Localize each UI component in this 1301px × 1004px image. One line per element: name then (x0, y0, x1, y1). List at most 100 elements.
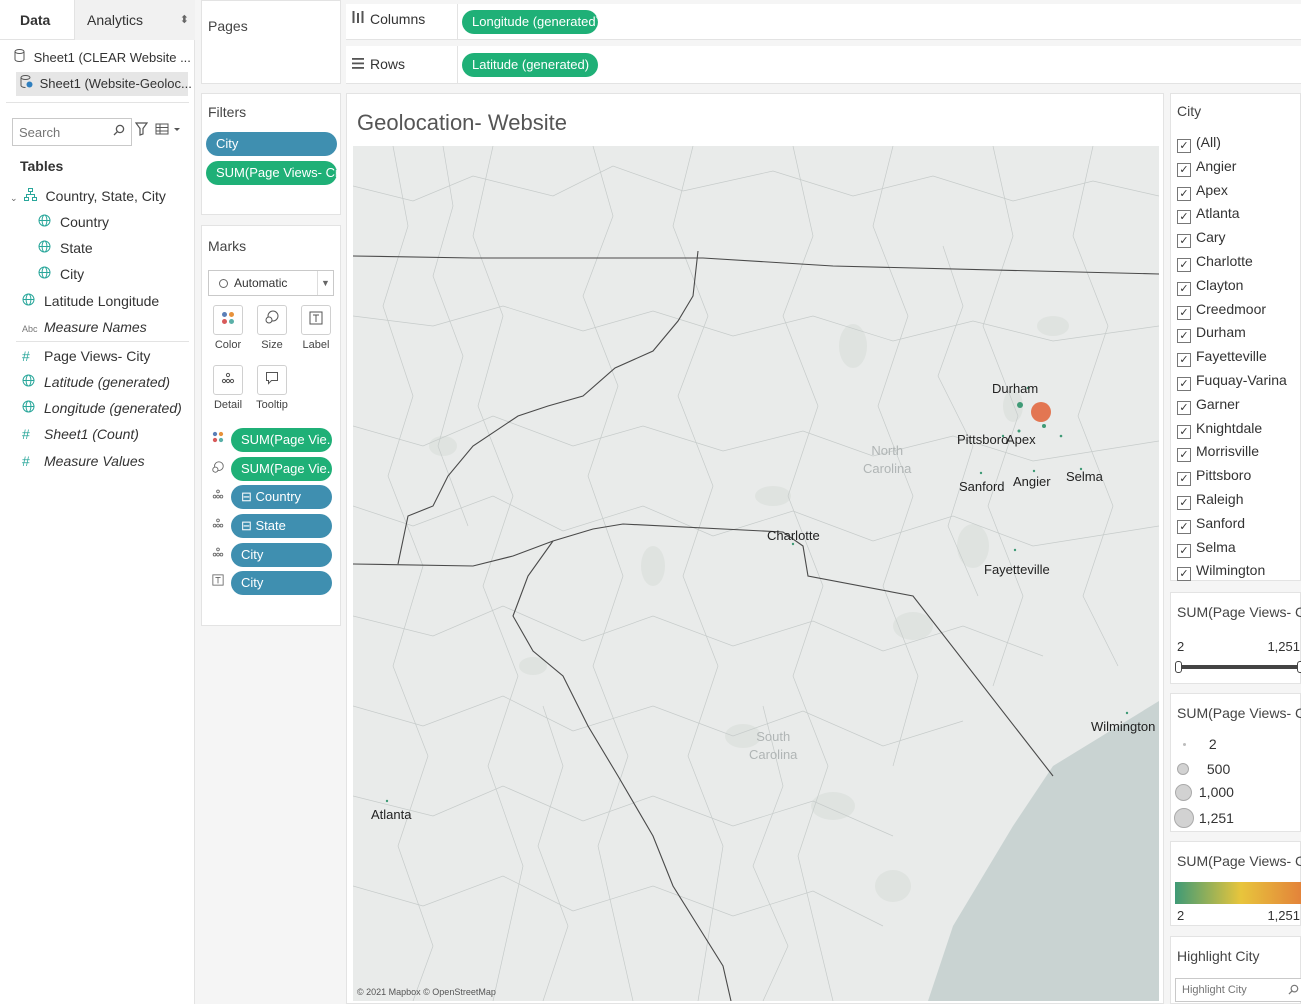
checkbox-checked-icon[interactable]: ✓ (1177, 353, 1191, 368)
checkbox-checked-icon[interactable]: ✓ (1177, 377, 1191, 391)
filter-pill-page-views[interactable]: SUM(Page Views- Cit.. (206, 161, 337, 185)
marks-pill[interactable]: City (231, 543, 332, 567)
checkbox-checked-icon[interactable]: ✓ (1177, 543, 1191, 558)
map-mark-charlotte[interactable] (791, 542, 795, 546)
tab-data[interactable]: Data (20, 0, 50, 40)
marks-pill[interactable]: ⊟ State (231, 514, 332, 538)
checkbox-checked-icon[interactable]: ✓ (1177, 234, 1191, 249)
city-filter-item[interactable]: ✓ Morrisville (1177, 441, 1259, 463)
city-filter-item[interactable]: ✓ Wilmington (1177, 560, 1265, 582)
detail-icon[interactable] (208, 546, 228, 561)
data-source-item[interactable]: Sheet1 (CLEAR Website ... (14, 46, 191, 70)
checkbox-checked-icon[interactable]: ✓ (1177, 139, 1191, 153)
city-filter-item[interactable]: ✓ Atlanta (1177, 203, 1240, 225)
marks-size-button[interactable]: Size (252, 305, 292, 351)
data-source-item-selected[interactable]: Sheet1 (Website-Geoloc... (16, 72, 192, 96)
map-mark-angier[interactable] (1032, 469, 1036, 473)
checkbox-checked-icon[interactable]: ✓ (1177, 329, 1191, 344)
mark-type-dropdown[interactable]: Automatic ▼ (208, 270, 334, 296)
detail-icon[interactable] (208, 517, 228, 532)
color-icon[interactable] (208, 431, 228, 446)
city-filter-item[interactable]: ✓ Clayton (1177, 275, 1243, 297)
size-legend-item[interactable]: 2 (1177, 736, 1217, 752)
field-item[interactable]: # Sheet1 (Count) (22, 421, 139, 447)
highlight-input[interactable] (1176, 979, 1286, 1001)
size-legend-item[interactable]: 1,000 (1175, 784, 1234, 801)
marks-detail-button[interactable]: Detail (208, 365, 248, 411)
range-slider-track[interactable] (1179, 665, 1301, 669)
field-item[interactable]: # Page Views- City (22, 343, 150, 369)
columns-pill-longitude[interactable]: Longitude (generated) (462, 10, 598, 34)
city-filter-item[interactable]: ✓ Garner (1177, 394, 1240, 416)
marks-label-button[interactable]: Label (296, 305, 336, 351)
map-mark-raleigh[interactable] (1031, 402, 1051, 422)
range-slider-min-handle[interactable] (1175, 661, 1182, 673)
checkbox-checked-icon[interactable]: ✓ (1177, 210, 1191, 225)
detail-icon[interactable] (208, 488, 228, 503)
chevron-down-icon[interactable]: ⌄ (10, 193, 18, 203)
columns-shelf[interactable]: Columns Longitude (generated) (346, 4, 1301, 40)
checkbox-checked-icon[interactable]: ✓ (1177, 567, 1191, 582)
city-filter-item[interactable]: ✓ Creedmoor (1177, 299, 1266, 321)
marks-pill[interactable]: SUM(Page Vie.. (231, 457, 332, 481)
checkbox-checked-icon[interactable]: ✓ (1177, 162, 1191, 177)
city-filter-item[interactable]: ✓ Pittsboro (1177, 465, 1251, 487)
map-mark-cary[interactable] (1042, 424, 1046, 428)
checkbox-checked-icon[interactable]: ✓ (1177, 400, 1191, 415)
sort-arrows-icon[interactable]: ⬍ (180, 0, 189, 40)
city-filter-item[interactable]: ✓ Selma (1177, 537, 1236, 559)
checkbox-checked-icon[interactable]: ✓ (1177, 496, 1191, 510)
map-mark-durham[interactable] (1017, 402, 1023, 408)
field-item[interactable]: Abc Measure Names (22, 314, 147, 340)
size-legend-item[interactable]: 500 (1177, 761, 1230, 777)
city-filter-item[interactable]: ✓ (All) (1177, 132, 1221, 154)
city-filter-item[interactable]: ✓ Angier (1177, 156, 1236, 178)
map-mark-garner[interactable] (1059, 434, 1063, 438)
label-icon[interactable] (208, 574, 228, 589)
checkbox-checked-icon[interactable]: ✓ (1177, 281, 1191, 296)
city-filter-item[interactable]: ✓ Sanford (1177, 513, 1245, 535)
search-icon[interactable] (113, 124, 125, 139)
filter-icon[interactable] (134, 122, 149, 139)
checkbox-checked-icon[interactable]: ✓ (1177, 305, 1191, 320)
city-filter-item[interactable]: ✓ Fayetteville (1177, 346, 1267, 368)
field-item[interactable]: State (38, 235, 93, 261)
field-item[interactable]: # Measure Values (22, 448, 145, 474)
field-item[interactable]: ⌄ Country, State, City (10, 183, 166, 209)
size-legend-item[interactable]: 1,251 (1174, 808, 1234, 828)
checkbox-checked-icon[interactable]: ✓ (1177, 424, 1191, 439)
city-filter-item[interactable]: ✓ Apex (1177, 180, 1228, 202)
field-item[interactable]: Longitude (generated) (22, 395, 182, 421)
checkbox-checked-icon[interactable]: ✓ (1177, 448, 1191, 463)
marks-pill[interactable]: SUM(Page Vie.. (231, 428, 332, 452)
field-item[interactable]: Country (38, 209, 109, 235)
city-filter-item[interactable]: ✓ Knightdale (1177, 418, 1262, 440)
rows-shelf[interactable]: Rows Latitude (generated) (346, 46, 1301, 84)
city-filter-item[interactable]: ✓ Fuquay-Varina (1177, 370, 1287, 392)
rows-pill-latitude[interactable]: Latitude (generated) (462, 53, 598, 77)
checkbox-checked-icon[interactable]: ✓ (1177, 519, 1191, 534)
city-filter-item[interactable]: ✓ Durham (1177, 322, 1246, 344)
search-input[interactable] (13, 119, 105, 145)
city-filter-item[interactable]: ✓ Cary (1177, 227, 1226, 249)
field-item[interactable]: Latitude Longitude (22, 288, 159, 314)
city-filter-item[interactable]: ✓ Raleigh (1177, 489, 1243, 511)
marks-pill[interactable]: City (231, 571, 332, 595)
checkbox-checked-icon[interactable]: ✓ (1177, 258, 1191, 272)
map-mark-atlanta[interactable] (385, 799, 389, 803)
view-options-icon[interactable] (155, 122, 181, 138)
tab-analytics[interactable]: Analytics ⬍ (74, 0, 195, 40)
checkbox-checked-icon[interactable]: ✓ (1177, 472, 1191, 487)
search-icon[interactable] (1288, 983, 1299, 998)
sheet-title[interactable]: Geolocation- Website (357, 110, 567, 136)
map-mark-fayetteville[interactable] (1013, 548, 1017, 552)
map-view[interactable]: North Carolina South Carolina Durham Pitts… (353, 146, 1159, 1001)
marks-tooltip-button[interactable]: Tooltip (252, 365, 292, 411)
map-mark-sanford[interactable] (979, 471, 983, 475)
map-attribution[interactable]: © 2021 Mapbox © OpenStreetMap (357, 987, 496, 997)
marks-pill[interactable]: ⊟ Country (231, 485, 332, 509)
color-ramp[interactable] (1175, 882, 1301, 904)
chevron-down-icon[interactable]: ▼ (317, 271, 333, 295)
city-filter-item[interactable]: ✓ Charlotte (1177, 251, 1253, 273)
range-slider-max-handle[interactable] (1297, 661, 1301, 673)
